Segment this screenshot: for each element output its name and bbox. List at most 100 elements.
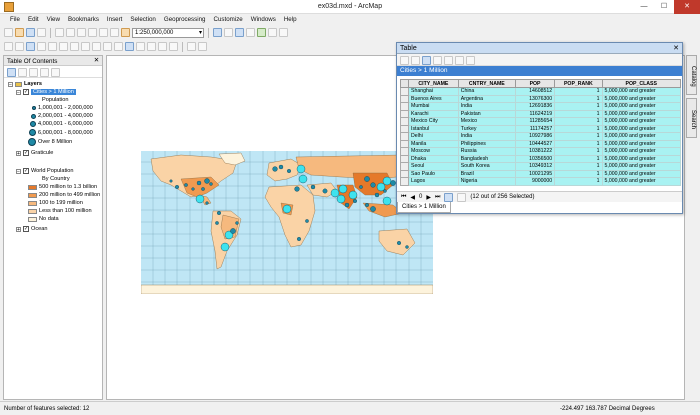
clear-selection-icon[interactable]: [103, 42, 112, 51]
table-row[interactable]: Buenos Aires Argentina 13076300 1 5,000,000 …: [400, 94, 682, 103]
world-population-visibility-checkbox[interactable]: ✓: [23, 168, 29, 174]
show-selected-records-icon[interactable]: [457, 192, 467, 202]
graticule-visibility-checkbox[interactable]: ✓: [23, 150, 29, 156]
world-map[interactable]: [141, 151, 433, 294]
cell[interactable]: Delhi: [408, 132, 459, 141]
table-row[interactable]: Moscow Russia 10381222 1 5,000,000 and great…: [400, 147, 682, 156]
cell[interactable]: Argentina: [457, 94, 516, 103]
python-window-icon[interactable]: [268, 28, 277, 37]
cell[interactable]: Mexico City: [408, 117, 459, 126]
cities-visibility-checkbox[interactable]: ✓: [23, 89, 29, 95]
collapse-icon[interactable]: −: [16, 168, 21, 174]
cell[interactable]: Moscow: [408, 147, 459, 156]
list-by-drawing-order-icon[interactable]: [7, 68, 16, 77]
select-features-icon[interactable]: [92, 42, 101, 51]
maximize-button[interactable]: ☐: [654, 0, 674, 14]
table-row[interactable]: Manila Philippines 10444527 1 5,000,000 and …: [400, 139, 682, 148]
table-options-icon[interactable]: [400, 56, 409, 65]
cell[interactable]: Brazil: [457, 169, 516, 178]
menu-view[interactable]: View: [43, 14, 64, 25]
cell[interactable]: 1: [554, 109, 603, 118]
cell[interactable]: Shanghai: [408, 87, 459, 96]
cell[interactable]: Mumbai: [408, 102, 459, 111]
zoom-out-icon[interactable]: [15, 42, 24, 51]
cell[interactable]: 11285654: [514, 117, 556, 126]
arctoolbox-icon[interactable]: [257, 28, 266, 37]
record-index-input[interactable]: 0: [419, 194, 422, 200]
cell[interactable]: 1: [554, 147, 603, 156]
catalog-window-icon[interactable]: [235, 28, 244, 37]
column-header-cntry-name[interactable]: CNTRY_NAME: [457, 79, 516, 88]
table-row[interactable]: Seoul South Korea 10349312 1 5,000,000 and g…: [400, 162, 682, 171]
cell[interactable]: 5,000,000 and greater: [601, 162, 682, 171]
cell[interactable]: 10381222: [514, 147, 556, 156]
cell[interactable]: 5,000,000 and greater: [601, 109, 682, 118]
cell[interactable]: Karachi: [408, 109, 459, 118]
column-header-city-name[interactable]: CITY_NAME: [408, 79, 459, 88]
table-row[interactable]: Sao Paulo Brazil 10021295 1 5,000,000 and gr…: [400, 169, 682, 178]
row-selector[interactable]: [400, 132, 409, 141]
fixed-zoom-in-icon[interactable]: [48, 42, 57, 51]
world-population-layer-name[interactable]: World Population: [31, 168, 74, 174]
cut-icon[interactable]: [55, 28, 64, 37]
row-selector[interactable]: [400, 117, 409, 126]
measure-icon[interactable]: [147, 42, 156, 51]
list-by-visibility-icon[interactable]: [29, 68, 38, 77]
cell[interactable]: Philippines: [457, 139, 516, 148]
pan-icon[interactable]: [26, 42, 35, 51]
cell[interactable]: Istanbul: [408, 124, 459, 133]
cell[interactable]: 1: [554, 124, 603, 133]
select-elements-icon[interactable]: [114, 42, 123, 51]
modelbuilder-icon[interactable]: [279, 28, 288, 37]
cell[interactable]: 1: [554, 102, 603, 111]
new-document-icon[interactable]: [4, 28, 13, 37]
collapse-icon[interactable]: −: [16, 89, 21, 95]
list-by-source-icon[interactable]: [18, 68, 27, 77]
cell[interactable]: 9000000: [514, 177, 556, 186]
open-icon[interactable]: [15, 28, 24, 37]
cell[interactable]: Mexico: [457, 117, 516, 126]
cell[interactable]: 14608512: [514, 87, 556, 96]
cell[interactable]: Buenos Aires: [408, 94, 459, 103]
cell[interactable]: 5,000,000 and greater: [601, 124, 682, 133]
go-back-icon[interactable]: [70, 42, 79, 51]
cell[interactable]: 5,000,000 and greater: [601, 117, 682, 126]
graticule-layer-name[interactable]: Graticule: [31, 150, 53, 156]
cell[interactable]: 5,000,000 and greater: [601, 154, 682, 163]
cell[interactable]: 10356500: [514, 154, 556, 163]
ocean-layer-row[interactable]: + ✓ Ocean: [16, 226, 47, 232]
cell[interactable]: 13076300: [514, 94, 556, 103]
select-by-attributes-icon[interactable]: [422, 56, 431, 65]
cell[interactable]: 1: [554, 154, 603, 163]
options-icon[interactable]: [51, 68, 60, 77]
cell[interactable]: 11624219: [514, 109, 556, 118]
cell[interactable]: 1: [554, 177, 603, 186]
table-window-header[interactable]: Table ✕: [397, 43, 682, 54]
cell[interactable]: 10444527: [514, 139, 556, 148]
row-selector[interactable]: [400, 109, 409, 118]
save-icon[interactable]: [26, 28, 35, 37]
column-header-pop[interactable]: POP: [514, 79, 556, 88]
previous-record-icon[interactable]: ◀: [410, 194, 415, 201]
cell[interactable]: 5,000,000 and greater: [601, 147, 682, 156]
go-forward-icon[interactable]: [81, 42, 90, 51]
expand-icon[interactable]: +: [16, 226, 21, 232]
row-selector[interactable]: [400, 177, 409, 186]
cell[interactable]: Manila: [408, 139, 459, 148]
cell[interactable]: Pakistan: [457, 109, 516, 118]
close-button[interactable]: ✕: [674, 0, 700, 14]
table-row[interactable]: Shanghai China 14608512 1 5,000,000 and grea…: [400, 87, 682, 96]
cell[interactable]: 1: [554, 94, 603, 103]
show-all-records-icon[interactable]: [444, 192, 454, 202]
table-row[interactable]: Delhi India 10927986 1 5,000,000 and greater: [400, 132, 682, 141]
row-selector[interactable]: [400, 87, 409, 96]
cell[interactable]: 1: [554, 169, 603, 178]
row-selector[interactable]: [400, 154, 409, 163]
table-row[interactable]: Lagos Nigeria 9000000 1 5,000,000 and greate…: [400, 177, 682, 186]
cell[interactable]: 1: [554, 139, 603, 148]
row-selector[interactable]: [400, 102, 409, 111]
table-row[interactable]: Istanbul Turkey 11174257 1 5,000,000 and gre…: [400, 124, 682, 133]
time-slider-icon[interactable]: [187, 42, 196, 51]
map-scale-dropdown[interactable]: 1:250,000,000 ▾: [132, 27, 204, 38]
menu-selection[interactable]: Selection: [126, 14, 159, 25]
